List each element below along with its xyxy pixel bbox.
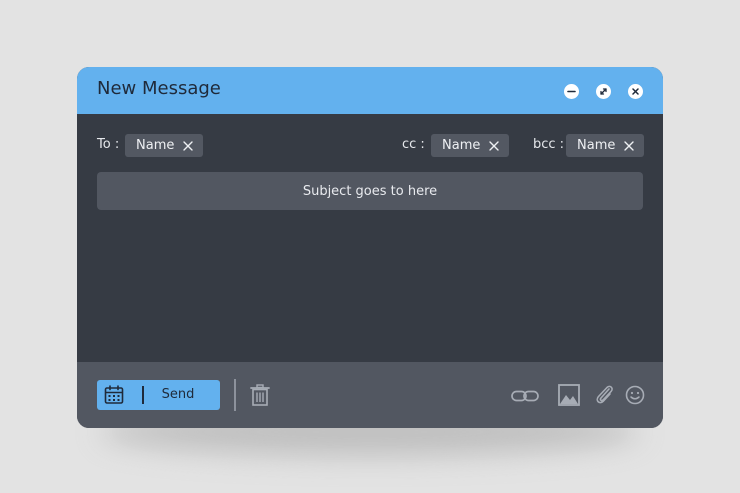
send-button[interactable]: Send — [153, 387, 203, 402]
expand-button[interactable] — [596, 84, 611, 99]
minimize-button[interactable] — [564, 84, 579, 99]
bcc-recipient-name: Name — [577, 138, 616, 153]
canvas: New Message To: Name cc: Name bcc: Na… — [0, 0, 740, 493]
compose-toolbar: Send — [77, 362, 663, 428]
trash-icon[interactable] — [250, 384, 270, 406]
subject-input[interactable]: Subject goes to here — [97, 172, 643, 210]
image-icon[interactable] — [558, 384, 580, 406]
remove-recipient-icon[interactable] — [489, 140, 500, 151]
cc-recipient-chip[interactable]: Name — [431, 134, 510, 157]
toolbar-divider — [234, 379, 236, 411]
remove-recipient-icon[interactable] — [183, 140, 194, 151]
close-icon — [632, 88, 639, 95]
close-button[interactable] — [628, 84, 643, 99]
cc-recipient-name: Name — [442, 138, 481, 153]
to-recipient-name: Name — [136, 138, 175, 153]
to-recipient-chip[interactable]: Name — [125, 134, 204, 157]
window-title: New Message — [97, 78, 221, 99]
title-bar: New Message — [77, 67, 663, 114]
expand-icon — [600, 88, 607, 95]
smiley-icon[interactable] — [625, 385, 645, 405]
compose-body[interactable]: To : Name cc : Name bcc : Name Subject g… — [77, 114, 663, 362]
remove-recipient-icon[interactable] — [624, 140, 635, 151]
send-divider — [142, 386, 144, 404]
paperclip-icon[interactable] — [595, 384, 615, 406]
compose-window: New Message To: Name cc: Name bcc: Na… — [77, 67, 663, 428]
cc-label: cc : — [402, 137, 425, 152]
send-button-group[interactable]: Send — [97, 380, 220, 410]
minimize-icon — [567, 90, 576, 93]
bcc-recipient-chip[interactable]: Name — [566, 134, 645, 157]
bcc-label: bcc : — [533, 137, 565, 152]
to-label: To : — [97, 137, 120, 152]
link-icon[interactable] — [511, 390, 539, 402]
calendar-icon[interactable] — [104, 385, 124, 405]
